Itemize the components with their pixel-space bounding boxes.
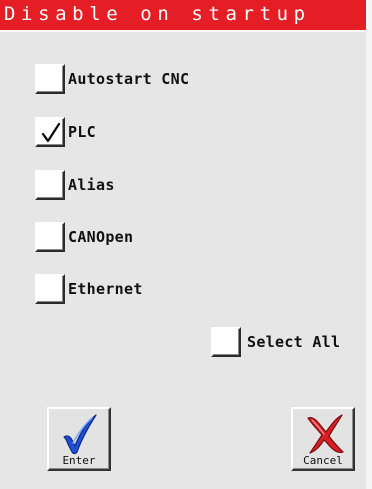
- checkmark-icon: [63, 414, 97, 455]
- option-autostart-cnc[interactable]: Autostart CNC: [35, 64, 235, 96]
- alias-label: Alias: [68, 176, 115, 194]
- x-icon: [307, 414, 344, 454]
- option-alias[interactable]: Alias: [35, 170, 155, 202]
- option-ethernet[interactable]: Ethernet: [35, 274, 175, 306]
- option-select-all[interactable]: Select All: [211, 327, 366, 359]
- canopen-label: CANOpen: [68, 228, 134, 246]
- autostart-cnc-checkbox[interactable]: [35, 64, 65, 94]
- plc-checkbox[interactable]: [35, 117, 65, 147]
- disable-on-startup-dialog: Disable on startup Autostart CNC PLC Ali…: [0, 0, 372, 489]
- plc-label: PLC: [68, 123, 96, 141]
- ethernet-checkbox[interactable]: [35, 274, 65, 304]
- autostart-cnc-label: Autostart CNC: [68, 70, 190, 88]
- option-plc[interactable]: PLC: [35, 117, 155, 149]
- select-all-label: Select All: [247, 333, 341, 351]
- cancel-button[interactable]: Cancel: [291, 407, 355, 471]
- cancel-label: Cancel: [303, 454, 343, 467]
- canopen-checkbox[interactable]: [35, 222, 65, 252]
- enter-label: Enter: [62, 454, 96, 467]
- dialog-title: Disable on startup: [4, 3, 311, 25]
- ethernet-label: Ethernet: [68, 280, 143, 298]
- checkmark-icon: [41, 122, 61, 143]
- option-canopen[interactable]: CANOpen: [35, 222, 175, 254]
- title-bar: Disable on startup: [0, 0, 366, 32]
- enter-button[interactable]: Enter: [47, 407, 111, 471]
- alias-checkbox[interactable]: [35, 170, 65, 200]
- select-all-checkbox[interactable]: [211, 327, 241, 357]
